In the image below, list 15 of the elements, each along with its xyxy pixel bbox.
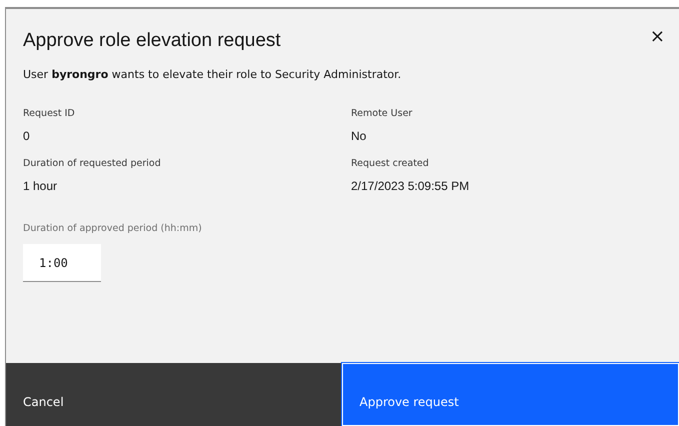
field-value: 2/17/2023 5:09:55 PM [351, 179, 470, 194]
cancel-button[interactable]: Cancel [6, 363, 342, 426]
duration-input[interactable]: 1:00 [23, 244, 101, 282]
field-label: Request ID [23, 107, 76, 120]
field-label: Remote User [351, 107, 414, 120]
field-label: Duration of approved period (hh:mm) [22, 222, 203, 235]
close-button[interactable]: × [646, 28, 669, 46]
field-value: 0 [23, 129, 31, 144]
approve-button[interactable]: Approve request [342, 363, 679, 426]
dialog-title: Approve role elevation request [23, 29, 281, 53]
field-label: Duration of requested period [23, 157, 162, 170]
field-value: No [351, 129, 368, 144]
dialog-description: User byrongro wants to elevate their role to Security Administrator. [22, 67, 402, 83]
field-label: Request created [351, 157, 430, 170]
field-value: 1 hour [23, 179, 58, 194]
